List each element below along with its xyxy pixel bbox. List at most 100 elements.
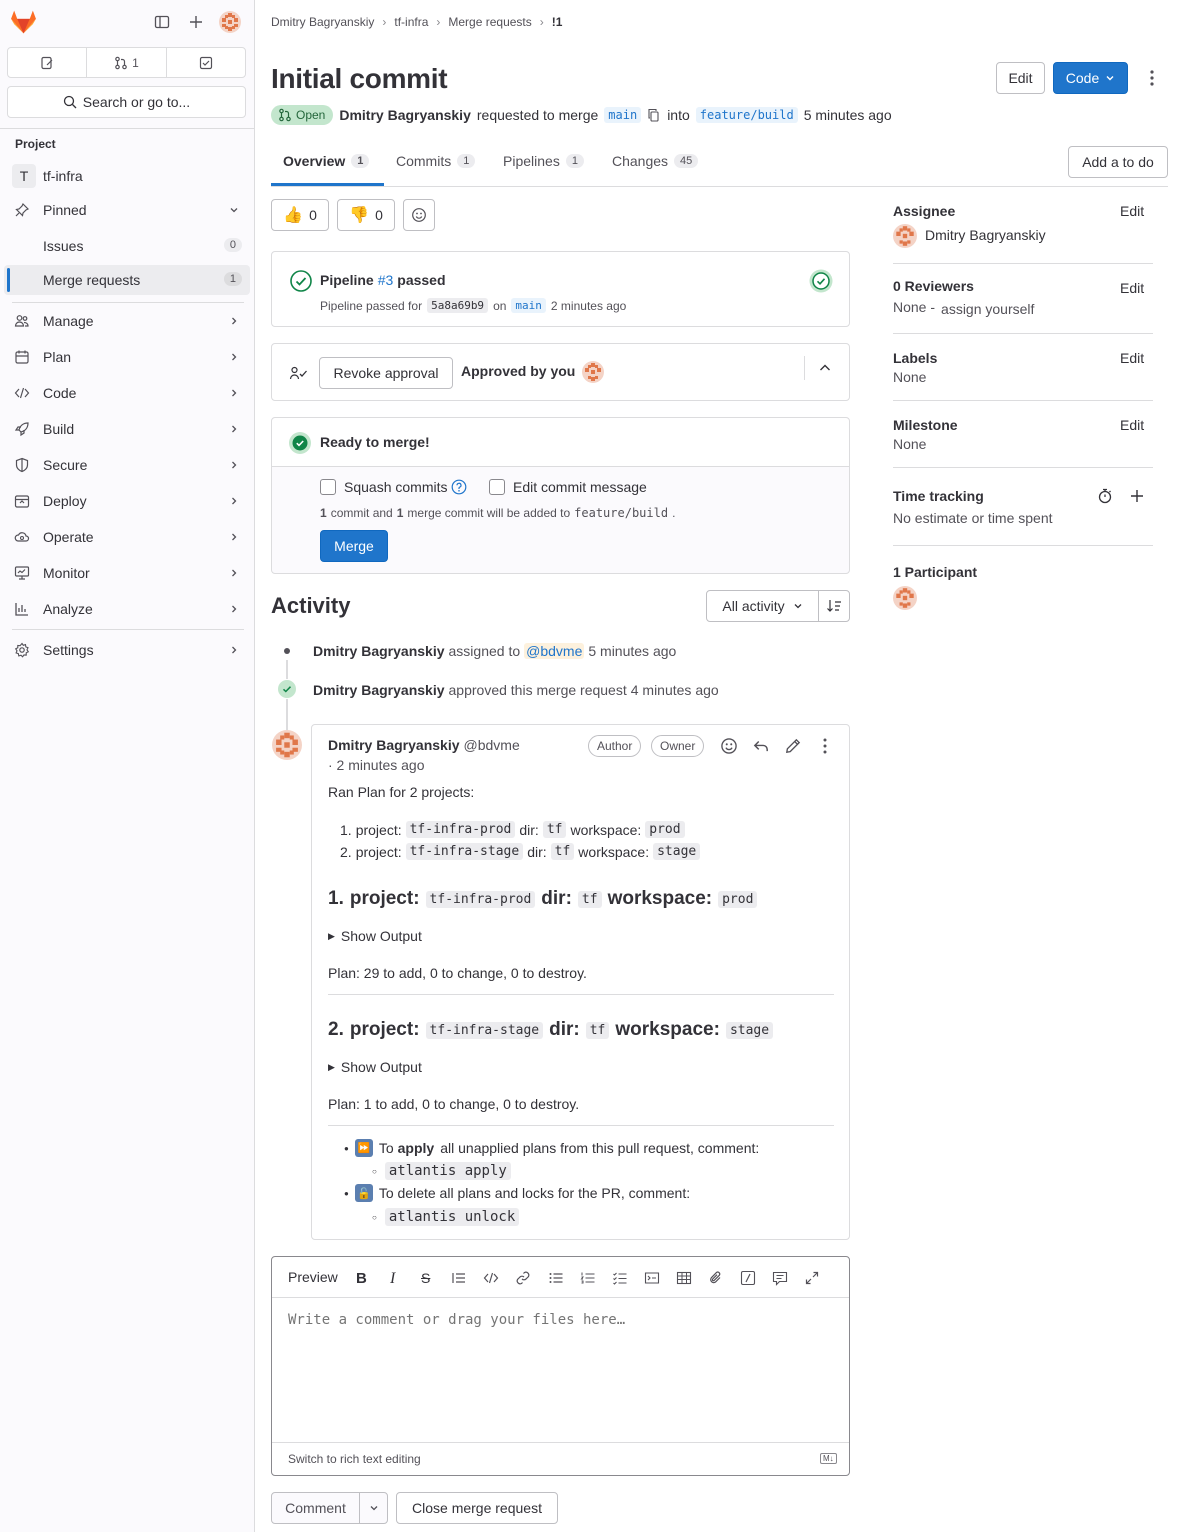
issues-tab[interactable] (8, 48, 88, 77)
comment-time[interactable]: · 2 minutes ago (328, 757, 425, 773)
link-icon[interactable] (515, 1270, 531, 1286)
sidebar-item-plan[interactable]: Plan (4, 342, 250, 372)
comment-options-dropdown[interactable] (359, 1492, 388, 1524)
source-branch[interactable]: main (604, 107, 642, 123)
preview-tab[interactable]: Preview (288, 1269, 338, 1285)
comment-button[interactable]: Comment (271, 1492, 360, 1524)
sidebar-item-monitor[interactable]: Monitor (4, 558, 250, 588)
sidebar-item-code[interactable]: Code (4, 378, 250, 408)
labels-edit-button[interactable]: Edit (1120, 350, 1144, 366)
event-author-link[interactable]: Dmitry Bagryanskiy (313, 682, 445, 698)
project-link[interactable]: T tf-infra (4, 161, 250, 191)
reviewers-edit-button[interactable]: Edit (1120, 280, 1144, 296)
add-todo-button[interactable]: Add a to do (1068, 146, 1168, 178)
merge-requests-tab[interactable]: 1 (87, 48, 167, 77)
comment-author-link[interactable]: Dmitry Bagryanskiy (328, 737, 460, 753)
breadcrumb-item[interactable]: !1 (552, 15, 563, 29)
more-actions-icon[interactable] (817, 737, 833, 755)
slash-command-icon[interactable] (740, 1270, 756, 1286)
tab-changes[interactable]: Changes 45 (612, 153, 699, 169)
code-icon[interactable] (483, 1270, 499, 1286)
author-link[interactable]: Dmitry Bagryanskiy (339, 107, 471, 123)
pinned-section-toggle[interactable]: Pinned (4, 195, 250, 225)
milestone-edit-button[interactable]: Edit (1120, 417, 1144, 433)
smiley-icon[interactable] (720, 737, 738, 755)
strikethrough-icon[interactable]: S (421, 1270, 437, 1286)
fullscreen-icon[interactable] (804, 1270, 820, 1286)
time-tracking-value: No estimate or time spent (893, 510, 1053, 526)
plus-icon[interactable] (1129, 488, 1145, 504)
edit-pencil-icon[interactable] (784, 737, 802, 755)
sidebar-item-merge-requests[interactable]: Merge requests 1 (4, 265, 250, 295)
help-icon[interactable] (451, 479, 467, 495)
user-avatar[interactable] (219, 11, 241, 33)
copy-icon[interactable] (647, 108, 661, 122)
close-merge-request-button[interactable]: Close merge request (396, 1492, 558, 1524)
attachment-icon[interactable] (708, 1270, 724, 1286)
switch-to-rich-text-link[interactable]: Switch to rich text editing (288, 1452, 421, 1466)
plus-icon[interactable] (188, 14, 204, 30)
approver-avatar[interactable] (582, 361, 604, 383)
revoke-approval-button[interactable]: Revoke approval (319, 357, 453, 389)
breadcrumb-item[interactable]: tf-infra (394, 15, 428, 29)
target-branch[interactable]: feature/build (695, 107, 798, 123)
comment-template-icon[interactable] (772, 1270, 788, 1286)
activity-filter-dropdown[interactable]: All activity (706, 590, 819, 622)
comment-author-avatar[interactable] (272, 730, 302, 760)
more-actions-icon[interactable] (1144, 68, 1160, 88)
assignee-avatar[interactable] (893, 224, 917, 248)
pipeline-id-link[interactable]: #3 (378, 272, 394, 288)
sidebar-item-analyze[interactable]: Analyze (4, 594, 250, 624)
breadcrumb-item[interactable]: Dmitry Bagryanskiy (271, 15, 374, 29)
participant-avatar[interactable] (893, 586, 917, 610)
breadcrumb-item[interactable]: Merge requests (448, 15, 531, 29)
table-icon[interactable] (676, 1270, 692, 1286)
edit-button[interactable]: Edit (996, 62, 1045, 94)
todos-tab[interactable] (167, 48, 245, 77)
sidebar-item-operate[interactable]: Operate (4, 522, 250, 552)
reply-icon[interactable] (752, 737, 770, 755)
tab-overview[interactable]: Overview 1 (283, 153, 370, 169)
sidebar-item-secure[interactable]: Secure (4, 450, 250, 480)
sidebar-toggle-icon[interactable] (154, 14, 170, 30)
user-mention-link[interactable]: @bdvme (524, 643, 585, 659)
tab-pipelines[interactable]: Pipelines 1 (503, 153, 584, 169)
bold-icon[interactable]: B (356, 1270, 372, 1287)
show-output-toggle[interactable]: ▶ Show Output (328, 1059, 422, 1075)
pipeline-stage-success-icon[interactable] (809, 269, 833, 293)
sort-order-button[interactable] (818, 590, 850, 622)
add-reaction-button[interactable] (403, 199, 435, 231)
assignee-edit-button[interactable]: Edit (1120, 203, 1144, 219)
merge-button[interactable]: Merge (320, 530, 388, 562)
stopwatch-icon[interactable] (1097, 488, 1113, 504)
sidebar-item-settings[interactable]: Settings (4, 635, 250, 665)
status-success-icon[interactable] (290, 270, 312, 292)
commit-sha-link[interactable]: 5a8a69b9 (427, 298, 489, 313)
chevron-up-icon[interactable] (818, 361, 832, 375)
branch-link[interactable]: main (511, 298, 546, 313)
tab-commits[interactable]: Commits 1 (396, 153, 476, 169)
thumbs-down-button[interactable]: 👎 0 (337, 199, 395, 231)
show-output-toggle[interactable]: ▶ Show Output (328, 928, 422, 944)
numbered-list-icon[interactable] (580, 1270, 596, 1286)
comment-handle[interactable]: @bdvme (464, 737, 520, 753)
quote-icon[interactable] (451, 1270, 467, 1286)
thumbs-up-button[interactable]: 👍 0 (271, 199, 329, 231)
italic-icon[interactable]: I (390, 1270, 406, 1287)
comment-textarea[interactable] (272, 1298, 849, 1442)
sidebar-item-build[interactable]: Build (4, 414, 250, 444)
edit-commit-message-checkbox[interactable] (489, 479, 505, 495)
collapsible-icon[interactable] (644, 1270, 660, 1286)
sidebar-item-deploy[interactable]: Deploy (4, 486, 250, 516)
sidebar-item-manage[interactable]: Manage (4, 306, 250, 336)
assign-yourself-link[interactable]: assign yourself (941, 301, 1034, 317)
event-author-link[interactable]: Dmitry Bagryanskiy (313, 643, 445, 659)
code-dropdown-button[interactable]: Code (1053, 62, 1128, 94)
task-list-icon[interactable] (612, 1270, 628, 1286)
search-button[interactable]: Search or go to... (7, 86, 246, 118)
gitlab-logo-icon[interactable] (10, 9, 37, 35)
squash-checkbox[interactable] (320, 479, 336, 495)
assignee-name[interactable]: Dmitry Bagryanskiy (925, 227, 1046, 243)
sidebar-item-issues[interactable]: Issues 0 (4, 231, 250, 261)
bullet-list-icon[interactable] (548, 1270, 564, 1286)
